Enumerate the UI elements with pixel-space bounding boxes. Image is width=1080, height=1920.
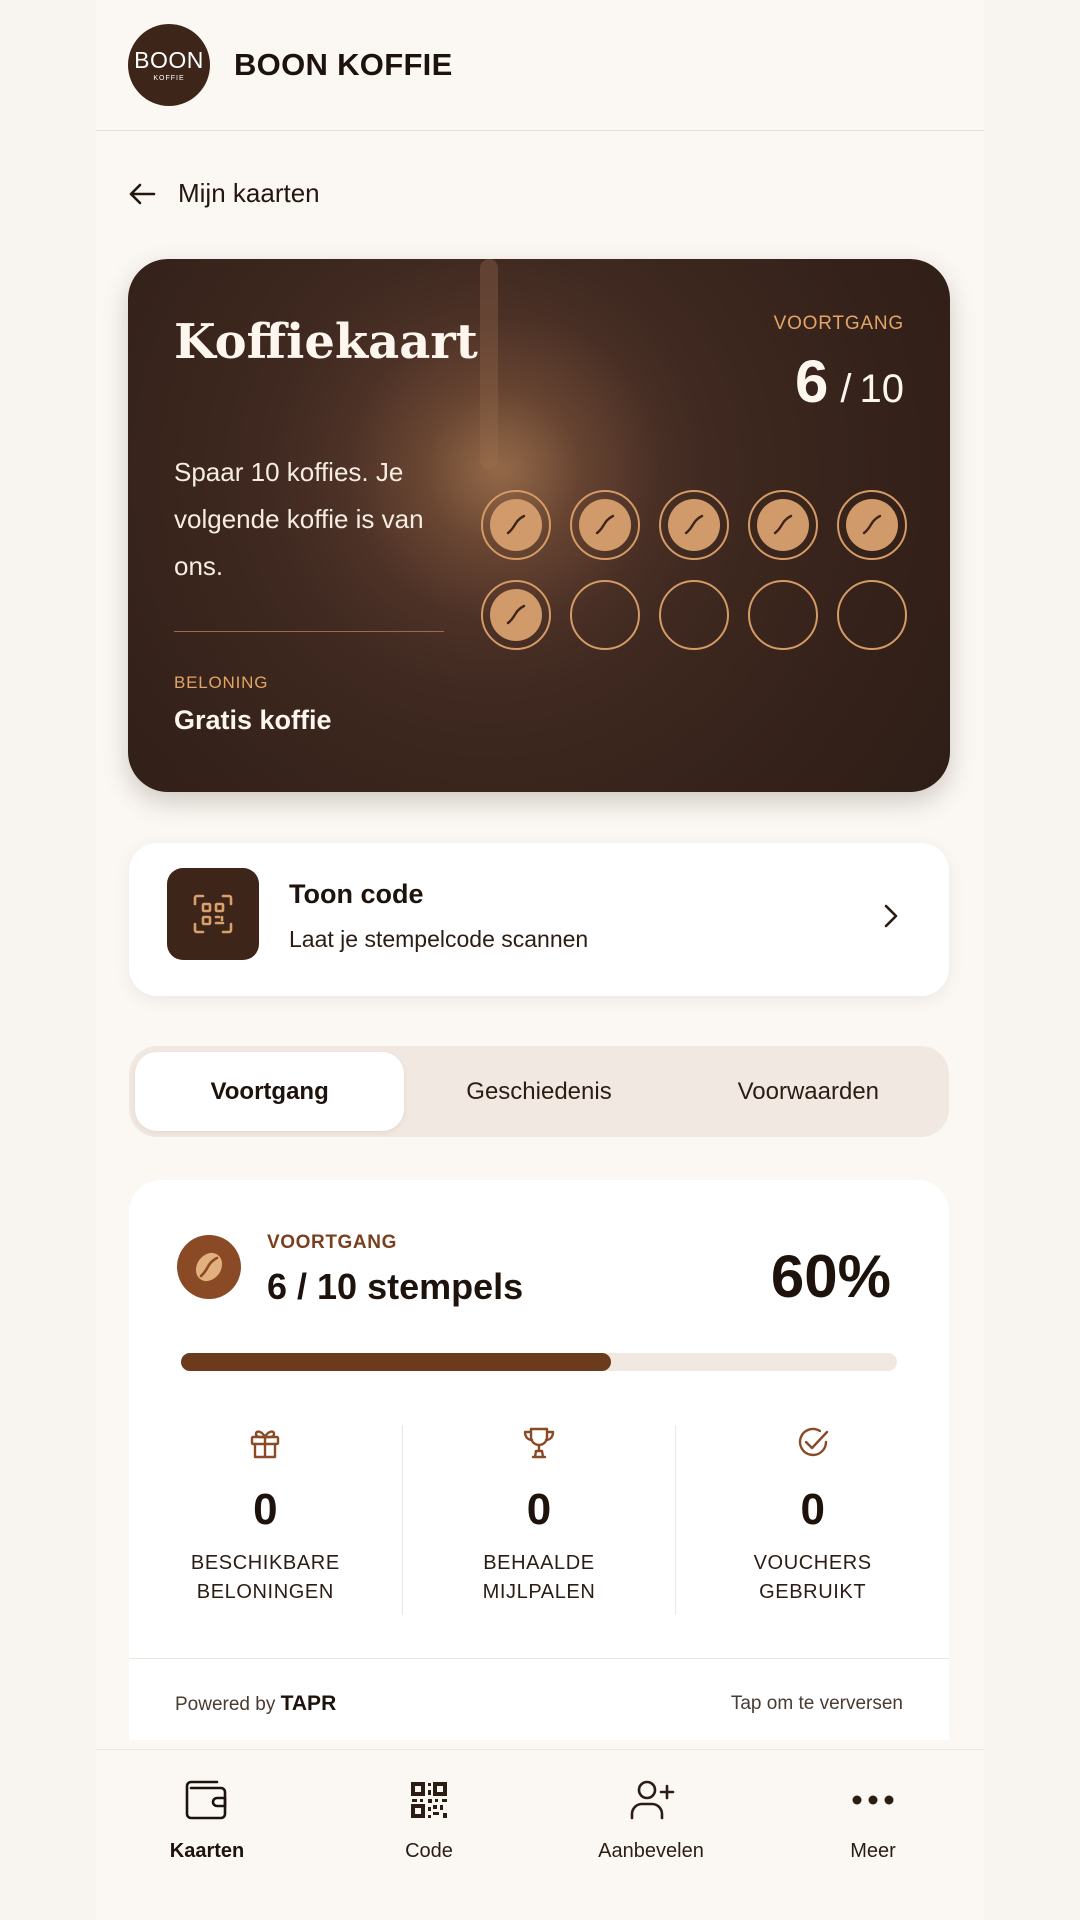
stat-label: BESCHIKBARE BELONINGEN	[191, 1549, 340, 1607]
nav-label: Code	[405, 1840, 453, 1862]
stamp-filled	[481, 490, 551, 560]
nav-item-aanbevelen[interactable]: Aanbevelen	[540, 1750, 762, 1920]
card-title: Koffiekaart	[174, 314, 478, 370]
stamp-filled	[837, 490, 907, 560]
qr-scan-icon	[167, 868, 259, 960]
card-footer: Powered by TAPR Tap om te verversen	[129, 1658, 949, 1748]
tab-voortgang[interactable]: Voortgang	[135, 1052, 405, 1131]
stamp-filled	[570, 490, 640, 560]
coffee-bean-icon	[490, 499, 542, 551]
app-screen: BOON KOFFIE BOON KOFFIE Mijn kaarten Kof…	[96, 0, 984, 1920]
progress-percent: 60%	[770, 1243, 891, 1310]
stat-label: BEHAALDE MIJLPALEN	[483, 1549, 596, 1607]
qr-code-icon	[411, 1782, 447, 1818]
nav-label: Aanbevelen	[598, 1840, 704, 1862]
trophy-icon	[523, 1427, 555, 1459]
more-icon	[852, 1795, 894, 1805]
back-label: Mijn kaarten	[178, 178, 320, 208]
coffee-bean-icon	[490, 589, 542, 641]
coffee-bean-icon	[757, 499, 809, 551]
stat-label-line1: BEHAALDE	[483, 1552, 595, 1574]
check-circle-icon	[798, 1427, 828, 1457]
app-header: BOON KOFFIE BOON KOFFIE	[96, 0, 984, 131]
reward-label: BELONING	[174, 673, 269, 692]
stamp-filled	[748, 490, 818, 560]
chevron-right-icon	[884, 904, 898, 928]
stat-value: 0	[800, 1485, 825, 1534]
progress-bar-fill	[181, 1353, 611, 1371]
stat-vouchers-used: 0 VOUCHERS GEBRUIKT	[675, 1425, 949, 1615]
nav-label: Kaarten	[169, 1840, 245, 1862]
stamp-empty	[570, 580, 640, 650]
progress-total: 10	[859, 367, 905, 411]
show-code-subtitle: Laat je stempelcode scannen	[289, 926, 589, 952]
stat-label-line2: GEBRUIKT	[759, 1581, 867, 1603]
show-code-card[interactable]: Toon code Laat je stempelcode scannen	[129, 843, 949, 996]
milk-pour-decoration	[480, 259, 498, 469]
nav-item-kaarten[interactable]: Kaarten	[96, 1750, 318, 1920]
powered-by: Powered by TAPR	[175, 1692, 336, 1716]
card-divider	[174, 631, 444, 632]
stat-available-rewards: 0 BESCHIKBARE BELONINGEN	[129, 1425, 402, 1615]
powered-by-brand: TAPR	[280, 1691, 337, 1715]
tab-voorwaarden[interactable]: Voorwaarden	[674, 1052, 943, 1131]
stamp-filled	[659, 490, 729, 560]
brand-name: BOON KOFFIE	[234, 47, 453, 82]
stat-value: 0	[253, 1485, 278, 1534]
add-user-icon	[630, 1780, 675, 1820]
gift-icon	[251, 1430, 280, 1459]
coffee-bean-icon	[579, 499, 631, 551]
show-code-title: Toon code	[289, 879, 424, 909]
tab-geschiedenis[interactable]: Geschiedenis	[404, 1052, 673, 1131]
progress-card[interactable]: VOORTGANG 6 / 10 stempels 60% 0 BESCHIKB…	[129, 1180, 949, 1740]
progress-stamps-value: 6 / 10 stempels	[267, 1266, 524, 1307]
progress-label: VOORTGANG	[267, 1232, 397, 1253]
stamp-grid	[481, 490, 907, 650]
card-progress-label: VOORTGANG	[773, 313, 904, 334]
brand-logo: BOON KOFFIE	[128, 24, 210, 106]
wallet-icon	[185, 1780, 227, 1820]
progress-bar	[181, 1353, 897, 1371]
card-description: Spaar 10 koffies. Je volgende koffie is …	[174, 457, 424, 581]
progress-separator: /	[840, 367, 852, 411]
tab-bar: Voortgang Geschiedenis Voorwaarden	[129, 1046, 949, 1137]
stamp-empty	[837, 580, 907, 650]
card-progress-value: 6 / 10	[795, 347, 904, 416]
arrow-left-icon	[129, 183, 156, 204]
logo-subtext: KOFFIE	[153, 74, 185, 82]
stat-label: VOUCHERS GEBRUIKT	[754, 1549, 872, 1607]
progress-current: 6	[795, 348, 829, 415]
bottom-nav: Kaarten Code Aanbevelen Meer	[96, 1749, 984, 1920]
stat-value: 0	[526, 1485, 552, 1534]
stamp-empty	[748, 580, 818, 650]
nav-item-meer[interactable]: Meer	[762, 1750, 984, 1920]
coffee-bean-icon	[846, 499, 898, 551]
nav-label: Meer	[850, 1840, 896, 1862]
refresh-link[interactable]: Tap om te verversen	[731, 1693, 903, 1715]
stamp-empty	[659, 580, 729, 650]
coffee-bean-icon	[668, 499, 720, 551]
logo-text: BOON	[134, 46, 204, 73]
coffee-bean-icon	[177, 1235, 241, 1299]
stat-label-line2: BELONINGEN	[196, 1581, 334, 1603]
stat-milestones: 0 BEHAALDE MIJLPALEN	[401, 1425, 676, 1615]
stat-label-line2: MIJLPALEN	[482, 1581, 596, 1603]
stat-label-line1: BESCHIKBARE	[190, 1552, 340, 1574]
stats-row: 0 BESCHIKBARE BELONINGEN 0 BEHAALDE MIJL…	[129, 1425, 949, 1615]
stat-label-line1: VOUCHERS	[753, 1552, 872, 1574]
nav-item-code[interactable]: Code	[318, 1750, 540, 1920]
back-button[interactable]: Mijn kaarten	[128, 178, 320, 209]
loyalty-card: Koffiekaart Spaar 10 koffies. Je volgend…	[128, 259, 950, 792]
reward-value: Gratis koffie	[174, 705, 332, 735]
stamp-filled	[481, 580, 551, 650]
powered-by-text: Powered by	[175, 1693, 276, 1715]
